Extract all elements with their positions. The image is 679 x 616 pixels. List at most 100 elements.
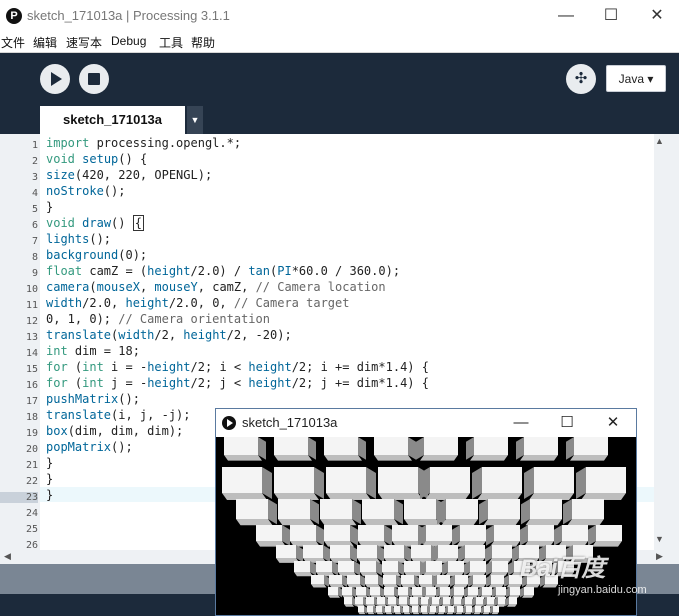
cube-bottom-face bbox=[477, 493, 522, 500]
sketch-title: sketch_171013a bbox=[242, 415, 338, 430]
cube-bottom-face bbox=[320, 519, 357, 526]
mode-selector[interactable]: Java ▾ bbox=[606, 65, 666, 92]
cube-bottom-face bbox=[224, 455, 262, 461]
code-token: } bbox=[46, 456, 54, 470]
line-number: 12 bbox=[25, 316, 38, 327]
cube-side-face bbox=[358, 437, 366, 460]
cube-bottom-face bbox=[274, 493, 319, 500]
cube-bottom-face bbox=[482, 612, 490, 615]
code-token: // Camera location bbox=[255, 280, 386, 294]
cube-side-face bbox=[409, 606, 412, 614]
code-token: , camZ, bbox=[197, 280, 256, 294]
code-token: processing.opengl.*; bbox=[89, 136, 242, 150]
cube-front-face bbox=[446, 499, 478, 519]
cube-front-face bbox=[457, 606, 463, 612]
cube-front-face bbox=[437, 575, 450, 584]
code-token: PI bbox=[277, 264, 292, 278]
code-token: float bbox=[46, 264, 83, 278]
scroll-down-icon[interactable]: ▼ bbox=[655, 534, 664, 544]
close-button[interactable]: ✕ bbox=[640, 4, 674, 28]
code-token: // Camera orientation bbox=[118, 312, 270, 326]
cube-front-face bbox=[482, 467, 522, 493]
cube-front-face bbox=[338, 561, 354, 572]
menu-sketch[interactable]: 速写本 bbox=[66, 34, 102, 51]
code-token: (); bbox=[103, 184, 126, 198]
cube-front-face bbox=[443, 597, 451, 604]
cube-front-face bbox=[276, 545, 296, 558]
code-line: int dim = 18; bbox=[46, 344, 140, 358]
debugger-butterfly-icon[interactable]: ✣ bbox=[566, 64, 596, 94]
cube-front-face bbox=[509, 597, 517, 604]
code-line: for (int i = -height/2; i < height/2; i … bbox=[46, 360, 429, 374]
code-token: /2.0, 0, bbox=[168, 296, 234, 310]
cube-front-face bbox=[360, 561, 376, 572]
sketch-minimize-button[interactable]: — bbox=[506, 412, 536, 434]
cube-bottom-face bbox=[294, 572, 313, 577]
menu-tools[interactable]: 工具 bbox=[159, 34, 183, 51]
maximize-button[interactable]: ☐ bbox=[594, 4, 628, 28]
line-number: 6 bbox=[31, 220, 38, 231]
tab-sketch[interactable]: sketch_171013a bbox=[40, 106, 185, 134]
cube-front-face bbox=[324, 437, 358, 455]
menu-debug[interactable]: Debug bbox=[111, 34, 146, 48]
cube-front-face bbox=[342, 587, 352, 595]
code-token: translate bbox=[46, 408, 112, 422]
cube-front-face bbox=[362, 499, 394, 519]
line-number: 22 bbox=[25, 476, 38, 487]
cube-front-face bbox=[473, 575, 486, 584]
code-line: lights(); bbox=[46, 232, 111, 246]
cube-bottom-face bbox=[446, 612, 454, 615]
baidu-logo: Bai百度 bbox=[520, 555, 606, 582]
cube-front-face bbox=[524, 437, 558, 455]
code-token: height bbox=[147, 360, 191, 374]
line-number-gutter: 1 2 3 4 5 6 7 8 9 10 11 12 13 14 15 16 17 18 19 20 21 22 23 24 2… bbox=[0, 134, 40, 551]
code-token: lights bbox=[46, 232, 90, 246]
cube-bottom-face bbox=[488, 584, 504, 588]
cube-bottom-face bbox=[376, 612, 384, 615]
line-number: 21 bbox=[25, 460, 38, 471]
vertical-scrollbar[interactable] bbox=[654, 134, 668, 550]
cube-front-face bbox=[367, 606, 373, 612]
code-line: } bbox=[46, 488, 53, 502]
cube-front-face bbox=[401, 575, 414, 584]
sketch-maximize-button[interactable]: ☐ bbox=[552, 412, 582, 434]
menu-help[interactable]: 帮助 bbox=[191, 34, 215, 51]
cube-front-face bbox=[412, 606, 418, 612]
cube-front-face bbox=[430, 606, 436, 612]
watermark-url: jingyan.baidu.com bbox=[558, 584, 647, 596]
code-token: for bbox=[46, 376, 68, 390]
cube-bottom-face bbox=[437, 612, 445, 615]
stop-button[interactable] bbox=[79, 64, 109, 94]
cube-front-face bbox=[344, 597, 352, 604]
cube-front-face bbox=[329, 575, 342, 584]
sketch-close-button[interactable]: ✕ bbox=[598, 412, 628, 434]
code-token: height bbox=[125, 296, 169, 310]
menu-file[interactable]: 文件 bbox=[1, 34, 25, 51]
cube-bottom-face bbox=[329, 584, 345, 588]
code-token: , bbox=[139, 280, 155, 294]
toolbar: ✣ Java ▾ bbox=[0, 53, 679, 108]
menu-bar: 文件 编辑 速写本 Debug 工具 帮助 bbox=[0, 32, 679, 53]
code-token: import bbox=[46, 136, 90, 150]
scroll-up-icon[interactable]: ▲ bbox=[655, 136, 664, 146]
cube-front-face bbox=[430, 467, 470, 493]
cube-bottom-face bbox=[529, 493, 574, 500]
code-line: translate(width/2, height/2, -20); bbox=[46, 328, 292, 342]
run-button[interactable] bbox=[40, 64, 70, 94]
code-line: } bbox=[46, 472, 53, 486]
cube-front-face bbox=[374, 437, 408, 455]
cube-bottom-face bbox=[367, 612, 375, 615]
cube-side-face bbox=[486, 525, 494, 546]
cube-front-face bbox=[330, 545, 350, 558]
tab-menu-dropdown-icon[interactable]: ▼ bbox=[187, 106, 203, 134]
cube-side-face bbox=[416, 437, 424, 460]
code-line: box(dim, dim, dim); bbox=[46, 424, 183, 438]
menu-edit[interactable]: 编辑 bbox=[33, 34, 57, 51]
cube-front-face bbox=[586, 467, 626, 493]
cube-front-face bbox=[448, 561, 464, 572]
scroll-left-icon[interactable]: ◀ bbox=[4, 551, 11, 562]
code-token: // Camera target bbox=[233, 296, 350, 310]
code-token: (0); bbox=[118, 248, 148, 262]
minimize-button[interactable]: — bbox=[549, 4, 583, 28]
code-token: *60.0 / 360.0); bbox=[291, 264, 401, 278]
